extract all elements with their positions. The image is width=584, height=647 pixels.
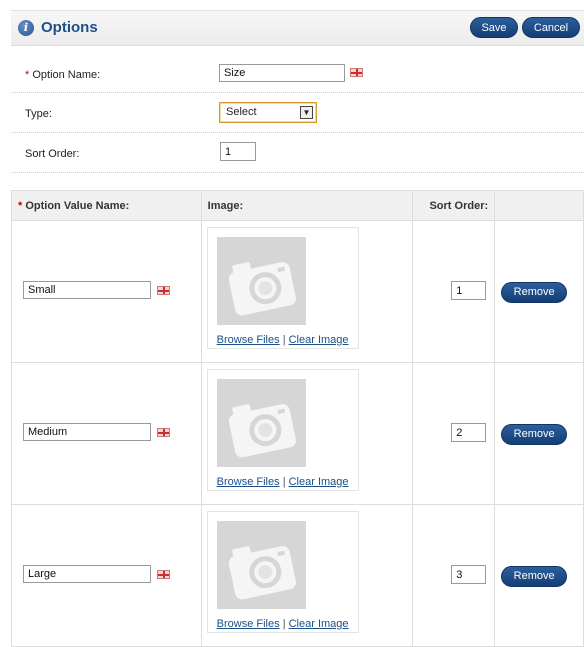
option-value-name-cell bbox=[11, 220, 202, 363]
browse-files-link[interactable]: Browse Files bbox=[217, 476, 280, 488]
clear-image-link[interactable]: Clear Image bbox=[289, 476, 349, 488]
table-row: Browse Files | Clear Image Remove bbox=[11, 504, 584, 647]
type-row: Type: Select ▼ bbox=[11, 93, 584, 133]
sort-order-cell bbox=[412, 362, 496, 505]
image-cell: Browse Files | Clear Image bbox=[200, 504, 414, 647]
browse-files-link[interactable]: Browse Files bbox=[217, 334, 280, 346]
language-flag-icon[interactable] bbox=[157, 428, 170, 437]
option-values-table: * Option Value Name: Image: Sort Order: bbox=[11, 190, 584, 647]
clear-image-link[interactable]: Clear Image bbox=[289, 618, 349, 630]
remove-button[interactable]: Remove bbox=[501, 566, 568, 587]
actions-cell: Remove bbox=[494, 362, 584, 505]
sort-order-row: Sort Order: bbox=[11, 133, 584, 173]
camera-icon bbox=[216, 521, 306, 609]
browse-files-link[interactable]: Browse Files bbox=[217, 618, 280, 630]
required-mark: * bbox=[25, 69, 30, 81]
image-cell: Browse Files | Clear Image bbox=[200, 220, 414, 363]
image-links: Browse Files | Clear Image bbox=[217, 476, 349, 488]
image-links: Browse Files | Clear Image bbox=[217, 618, 349, 630]
image-placeholder: Browse Files | Clear Image bbox=[206, 511, 359, 633]
type-select-value: Select bbox=[226, 106, 257, 118]
table-row: Browse Files | Clear Image Remove bbox=[11, 220, 584, 363]
link-separator: | bbox=[282, 334, 286, 346]
actions-cell: Remove bbox=[494, 504, 584, 647]
option-value-name-header: * Option Value Name: bbox=[11, 190, 202, 221]
language-flag-icon[interactable] bbox=[157, 286, 170, 295]
camera-icon bbox=[216, 379, 306, 467]
language-flag-icon[interactable] bbox=[350, 68, 363, 77]
image-header: Image: bbox=[200, 190, 414, 221]
link-separator: | bbox=[282, 476, 286, 488]
chevron-down-icon[interactable]: ▼ bbox=[300, 106, 313, 119]
actions-header bbox=[494, 190, 584, 221]
image-links: Browse Files | Clear Image bbox=[217, 334, 349, 346]
type-select[interactable]: Select ▼ bbox=[219, 102, 317, 123]
info-icon: i bbox=[18, 20, 34, 36]
clear-image-link[interactable]: Clear Image bbox=[289, 334, 349, 346]
actions-cell: Remove bbox=[494, 220, 584, 363]
save-button[interactable]: Save bbox=[470, 17, 518, 38]
remove-button[interactable]: Remove bbox=[501, 424, 568, 445]
remove-button[interactable]: Remove bbox=[501, 282, 568, 303]
sort-order-label: Sort Order: bbox=[25, 148, 80, 160]
required-mark: * bbox=[18, 199, 23, 212]
option-value-name-input[interactable] bbox=[23, 281, 151, 299]
option-name-label-text: Option Name: bbox=[32, 69, 101, 81]
type-label: Type: bbox=[25, 108, 52, 120]
camera-icon bbox=[216, 237, 306, 325]
cancel-button[interactable]: Cancel bbox=[522, 17, 580, 38]
option-name-row: * Option Name: bbox=[11, 56, 584, 93]
page-title: Options bbox=[41, 19, 98, 36]
table-row: Browse Files | Clear Image Remove bbox=[11, 362, 584, 505]
row-sort-order-input[interactable] bbox=[451, 281, 487, 300]
option-name-input[interactable] bbox=[219, 64, 345, 82]
option-value-name-input[interactable] bbox=[23, 423, 151, 441]
option-value-name-input[interactable] bbox=[23, 565, 151, 583]
sort-order-input[interactable] bbox=[220, 142, 256, 161]
image-cell: Browse Files | Clear Image bbox=[200, 362, 414, 505]
row-sort-order-input[interactable] bbox=[451, 423, 487, 442]
option-value-name-cell bbox=[11, 504, 202, 647]
sort-order-cell bbox=[412, 504, 496, 647]
row-sort-order-input[interactable] bbox=[451, 565, 487, 584]
option-value-name-cell bbox=[11, 362, 202, 505]
table-header-row: * Option Value Name: Image: Sort Order: bbox=[11, 190, 584, 221]
image-placeholder: Browse Files | Clear Image bbox=[206, 227, 359, 349]
language-flag-icon[interactable] bbox=[157, 570, 170, 579]
sort-order-header: Sort Order: bbox=[412, 190, 496, 221]
image-placeholder: Browse Files | Clear Image bbox=[206, 369, 359, 491]
option-name-label: * Option Name: bbox=[25, 69, 100, 81]
link-separator: | bbox=[282, 618, 286, 630]
sort-order-cell bbox=[412, 220, 496, 363]
option-value-name-header-text: Option Value Name: bbox=[25, 199, 130, 212]
